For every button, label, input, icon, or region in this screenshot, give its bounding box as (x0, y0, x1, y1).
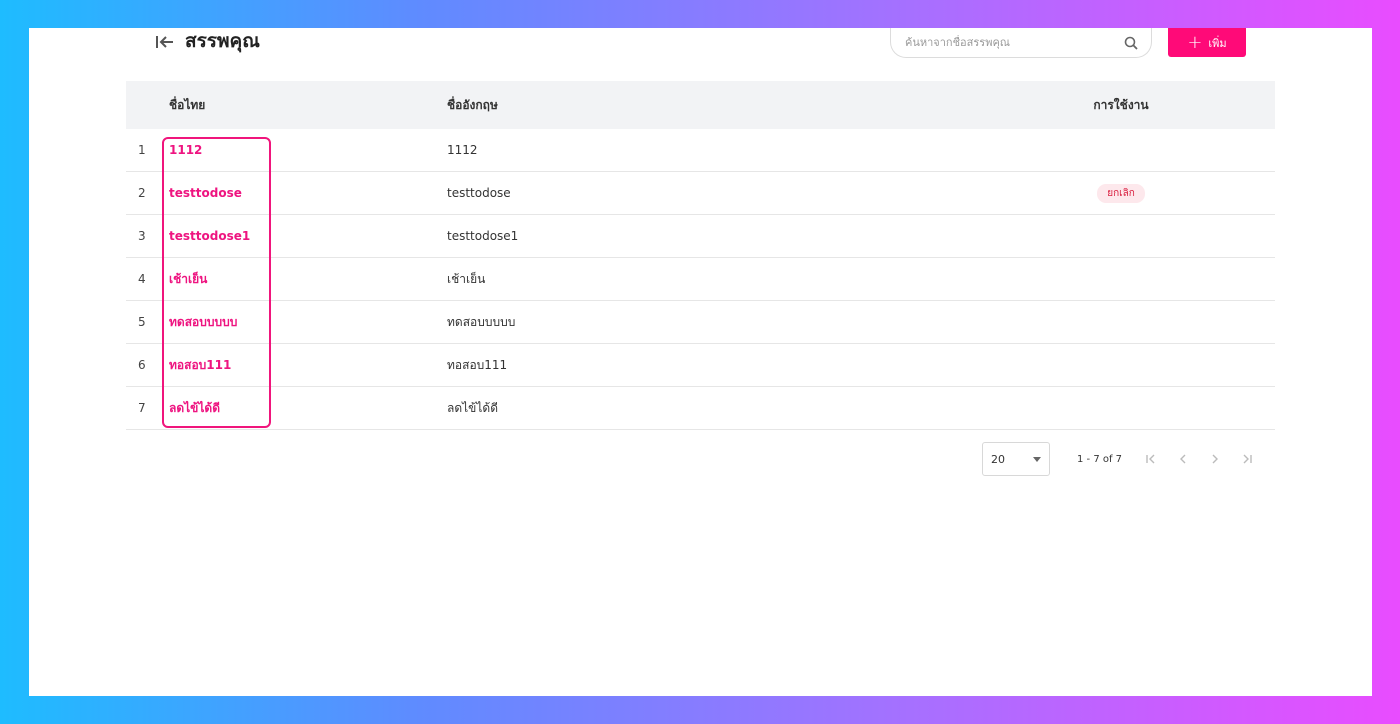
english-name: ทดสอบบบบบ (447, 314, 516, 329)
first-page-icon[interactable] (1142, 450, 1160, 468)
next-page-icon[interactable] (1206, 450, 1224, 468)
status-badge: ยกเลิก (1097, 183, 1145, 203)
table-row[interactable]: 1 1112 1112 (126, 129, 1275, 172)
english-name: ลดไข้ได้ดี (447, 400, 499, 415)
table-row[interactable]: 3 testtodose1 testtodose1 (126, 215, 1275, 258)
thai-name-link[interactable]: เช้าเย็น (169, 272, 207, 286)
thai-name-link[interactable]: ลดไข้ได้ดี (169, 401, 220, 415)
table-row[interactable]: 2 testtodose testtodose ยกเลิก (126, 172, 1275, 215)
page-size-value: 20 (991, 452, 1005, 466)
page-header: สรรพคุณ + เพิ่ม (29, 28, 1372, 80)
thai-name-link[interactable]: testtodose1 (169, 229, 250, 243)
search-box[interactable] (890, 28, 1152, 58)
page-nav (1142, 450, 1256, 468)
table-row[interactable]: 5 ทดสอบบบบบ ทดสอบบบบบ (126, 301, 1275, 344)
page-range: 1 - 7 of 7 (1077, 453, 1123, 465)
english-name: 1112 (447, 143, 478, 157)
thai-name-link[interactable]: ทดสอบบบบบ (169, 315, 237, 329)
collapse-back-button[interactable] (154, 30, 176, 54)
add-button-label: เพิ่ม (1208, 36, 1227, 50)
caret-down-icon (1033, 456, 1041, 462)
arrow-left-bar-icon (156, 36, 173, 48)
table-row[interactable]: 4 เช้าเย็น เช้าเย็น (126, 258, 1275, 301)
row-index: 1 (138, 143, 146, 157)
page-size-select[interactable]: 20 (982, 442, 1050, 476)
table-header: ชื่อไทย ชื่ออังกฤษ การใช้งาน (126, 81, 1275, 129)
english-name: เช้าเย็น (447, 271, 486, 286)
thai-name-link[interactable]: testtodose (169, 186, 242, 200)
row-index: 2 (138, 186, 146, 200)
table-row[interactable]: 7 ลดไข้ได้ดี ลดไข้ได้ดี (126, 387, 1275, 430)
header-status: การใช้งาน (1093, 97, 1149, 112)
add-button[interactable]: + เพิ่ม (1168, 28, 1246, 57)
table-row[interactable]: 6 ทอสอบ111 ทอสอบ111 (126, 344, 1275, 387)
row-index: 4 (138, 272, 146, 286)
page-title: สรรพคุณ (185, 30, 260, 52)
thai-name-link[interactable]: ทอสอบ111 (169, 358, 231, 372)
row-index: 3 (138, 229, 146, 243)
search-input[interactable] (903, 35, 1123, 50)
row-index: 7 (138, 401, 146, 415)
data-table: ชื่อไทย ชื่ออังกฤษ การใช้งาน 1 1112 1112… (126, 81, 1275, 430)
english-name: ทอสอบ111 (447, 357, 508, 372)
plus-icon: + (1187, 31, 1203, 53)
last-page-icon[interactable] (1238, 450, 1256, 468)
prev-page-icon[interactable] (1174, 450, 1192, 468)
header-english-name: ชื่ออังกฤษ (447, 97, 498, 112)
thai-name-link[interactable]: 1112 (169, 143, 202, 157)
status-cell: ยกเลิก (967, 183, 1275, 203)
row-index: 5 (138, 315, 146, 329)
header-thai-name: ชื่อไทย (169, 97, 206, 112)
search-icon[interactable] (1123, 35, 1139, 51)
app-window: สรรพคุณ + เพิ่ม ชื่อไทย ชื่ออังกฤษ การใช… (29, 28, 1372, 696)
pagination: 20 1 - 7 of 7 (982, 442, 1256, 476)
english-name: testtodose (447, 186, 511, 200)
english-name: testtodose1 (447, 229, 519, 243)
row-index: 6 (138, 358, 146, 372)
